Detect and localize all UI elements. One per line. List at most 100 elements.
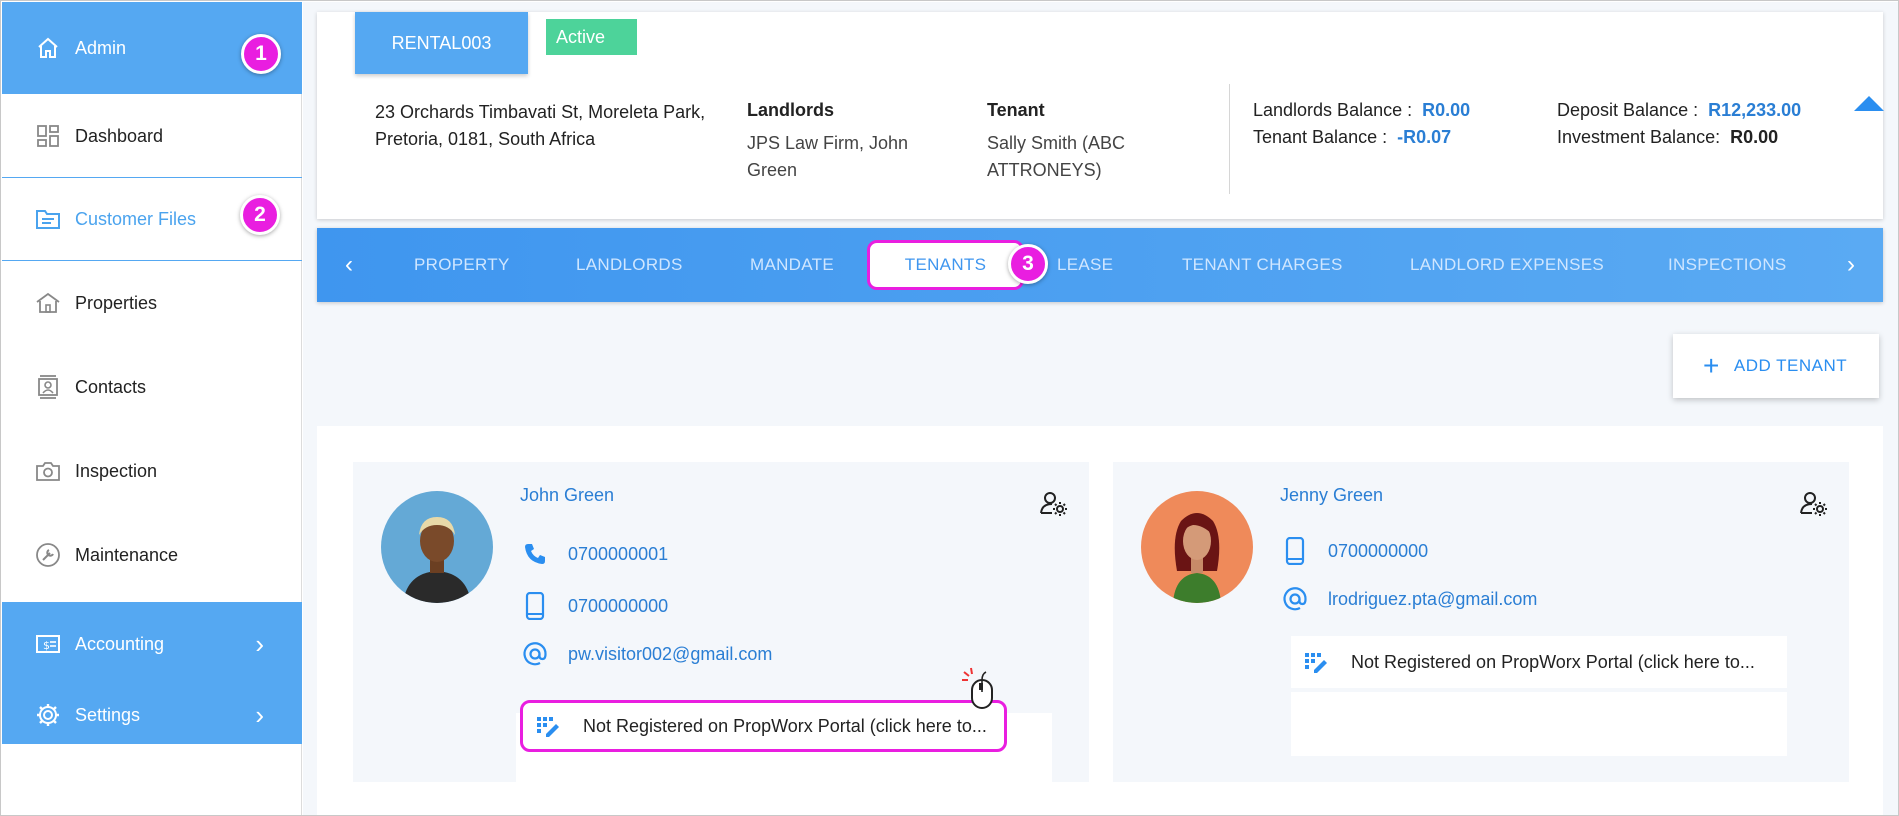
step-badge-1: 1 bbox=[241, 34, 281, 74]
tenant-mobile[interactable]: 0700000000 bbox=[1280, 536, 1428, 566]
sidebar-item-maintenance[interactable]: Maintenance bbox=[2, 513, 302, 597]
tenant-balance: Tenant Balance : -R0.07 bbox=[1253, 127, 1451, 148]
property-address: 23 Orchards Timbavati St, Moreleta Park,… bbox=[375, 102, 706, 149]
sidebar-item-dashboard[interactable]: Dashboard bbox=[2, 94, 302, 178]
add-tenant-button[interactable]: + ADD TENANT bbox=[1673, 334, 1879, 398]
divider bbox=[1229, 84, 1230, 194]
email-icon bbox=[520, 639, 550, 669]
tenant-email[interactable]: pw.visitor002@gmail.com bbox=[520, 639, 772, 669]
landlords-balance-label: Landlords Balance : bbox=[1253, 100, 1413, 120]
tenant-email-value: pw.visitor002@gmail.com bbox=[568, 643, 773, 664]
sidebar-item-label: Properties bbox=[75, 292, 158, 313]
mobile-icon bbox=[520, 591, 550, 621]
avatar bbox=[1141, 491, 1253, 603]
sidebar-item-properties[interactable]: Properties bbox=[2, 261, 302, 345]
tab-prev-arrow[interactable]: ‹ bbox=[345, 228, 353, 302]
tab-next-arrow[interactable]: › bbox=[1847, 228, 1855, 302]
step-badge-3: 3 bbox=[1008, 244, 1048, 284]
portal-registration-label: Not Registered on PropWorx Portal (click… bbox=[583, 715, 987, 736]
folder-icon bbox=[35, 206, 61, 232]
svg-text:$: $ bbox=[43, 639, 50, 652]
plus-icon: + bbox=[1703, 350, 1720, 381]
phone-icon bbox=[520, 539, 550, 569]
mobile-icon bbox=[1280, 536, 1310, 566]
sidebar-item-label: Maintenance bbox=[75, 544, 179, 565]
tenant-email-value: lrodriguez.pta@gmail.com bbox=[1328, 588, 1538, 609]
portal-edit-icon bbox=[1301, 647, 1331, 677]
tenant-value: Sally Smith (ABC ATTRONEYS) bbox=[987, 133, 1126, 180]
tenant-list: John Green 0700000001 0700000000 pw.visi… bbox=[317, 426, 1883, 815]
home-icon bbox=[35, 35, 61, 61]
sidebar-item-settings[interactable]: Settings › bbox=[2, 686, 302, 744]
landlords-heading: Landlords bbox=[747, 100, 835, 120]
tab-mandate[interactable]: MANDATE bbox=[750, 228, 834, 302]
add-tenant-label: ADD TENANT bbox=[1733, 356, 1848, 375]
tab-property[interactable]: PROPERTY bbox=[414, 228, 510, 302]
tenant-card: John Green 0700000001 0700000000 pw.visi… bbox=[353, 462, 1089, 782]
house-icon bbox=[35, 290, 61, 316]
tenant-mobile-value: 0700000000 bbox=[568, 595, 669, 616]
chevron-right-icon: › bbox=[255, 699, 264, 730]
tenant-mobile-value: 0700000000 bbox=[1328, 540, 1429, 561]
tab-inspections[interactable]: INSPECTIONS bbox=[1668, 228, 1787, 302]
step-badge-2: 2 bbox=[240, 195, 280, 235]
tab-lease[interactable]: LEASE bbox=[1057, 228, 1113, 302]
tenant-name-link[interactable]: Jenny Green bbox=[1280, 485, 1383, 506]
sidebar-item-accounting[interactable]: $ Accounting › bbox=[2, 602, 302, 686]
dashboard-icon bbox=[35, 123, 61, 149]
sidebar-item-contacts[interactable]: Contacts bbox=[2, 345, 302, 429]
tenant-phone-value: 0700000001 bbox=[568, 543, 669, 564]
landlords-value: JPS Law Firm, John Green bbox=[747, 133, 909, 180]
main-content: RENTAL003 Active 23 Orchards Timbavati S… bbox=[303, 2, 1898, 815]
tab-landlords[interactable]: LANDLORDS bbox=[576, 228, 683, 302]
portal-registration-button[interactable]: Not Registered on PropWorx Portal (click… bbox=[1291, 636, 1787, 688]
tenant-name-link[interactable]: John Green bbox=[520, 485, 614, 506]
chevron-right-icon: › bbox=[255, 628, 264, 659]
tab-tenant-charges[interactable]: TENANT CHARGES bbox=[1182, 228, 1343, 302]
tenant-mobile[interactable]: 0700000000 bbox=[520, 591, 668, 621]
manage-user-icon[interactable] bbox=[1799, 489, 1829, 519]
portal-edit-icon bbox=[533, 711, 563, 741]
investment-balance-value: R0.00 bbox=[1730, 127, 1779, 147]
rental-code-button[interactable]: RENTAL003 bbox=[355, 12, 528, 74]
status-badge: Active bbox=[546, 19, 637, 55]
gear-icon bbox=[35, 702, 61, 728]
tenant-balance-value: -R0.07 bbox=[1397, 127, 1452, 147]
portal-panel bbox=[1291, 692, 1787, 756]
tenant-heading: Tenant bbox=[987, 100, 1045, 120]
tab-landlord-expenses[interactable]: LANDLORD EXPENSES bbox=[1410, 228, 1604, 302]
tab-tenants[interactable]: TENANTS bbox=[867, 240, 1024, 290]
mouse-click-icon bbox=[962, 667, 993, 709]
tenant-email[interactable]: lrodriguez.pta@gmail.com bbox=[1280, 584, 1537, 614]
sidebar-item-label: Inspection bbox=[75, 460, 158, 481]
app-window: Admin 1 Dashboard Customer Files 2 Prope… bbox=[0, 0, 1899, 816]
sidebar-item-label: Settings bbox=[75, 704, 141, 725]
sidebar-item-label: Accounting bbox=[75, 633, 165, 654]
portal-registration-button[interactable]: Not Registered on PropWorx Portal (click… bbox=[520, 700, 1007, 752]
portal-registration-label: Not Registered on PropWorx Portal (click… bbox=[1351, 651, 1755, 672]
investment-balance-label: Investment Balance: bbox=[1557, 127, 1721, 147]
sidebar-item-inspection[interactable]: Inspection bbox=[2, 429, 302, 513]
tab-bar: ‹ PROPERTY LANDLORDS MANDATE TENANTS LEA… bbox=[317, 228, 1883, 302]
sidebar-item-label: Contacts bbox=[75, 376, 147, 397]
rental-summary-card: RENTAL003 Active 23 Orchards Timbavati S… bbox=[317, 12, 1884, 219]
sidebar-item-label: Admin bbox=[75, 37, 127, 58]
manage-user-icon[interactable] bbox=[1039, 489, 1069, 519]
deposit-balance: Deposit Balance : R12,233.00 bbox=[1557, 100, 1801, 121]
tenant-balance-label: Tenant Balance : bbox=[1253, 127, 1388, 147]
email-icon bbox=[1280, 584, 1310, 614]
sidebar-item-label: Dashboard bbox=[75, 125, 164, 146]
deposit-balance-label: Deposit Balance : bbox=[1557, 100, 1699, 120]
sidebar-item-label: Customer Files bbox=[75, 208, 197, 229]
avatar bbox=[381, 491, 493, 603]
wrench-icon bbox=[35, 542, 61, 568]
landlords-balance: Landlords Balance : R0.00 bbox=[1253, 100, 1470, 121]
tenant-phone[interactable]: 0700000001 bbox=[520, 539, 668, 569]
camera-icon bbox=[35, 458, 61, 484]
investment-balance: Investment Balance: R0.00 bbox=[1557, 127, 1778, 148]
deposit-balance-value: R12,233.00 bbox=[1708, 100, 1802, 120]
contacts-icon bbox=[35, 374, 61, 400]
tenant-card: Jenny Green 0700000000 lrodriguez.pta@gm… bbox=[1113, 462, 1849, 782]
money-icon: $ bbox=[35, 631, 61, 657]
collapse-icon[interactable] bbox=[1854, 96, 1884, 111]
